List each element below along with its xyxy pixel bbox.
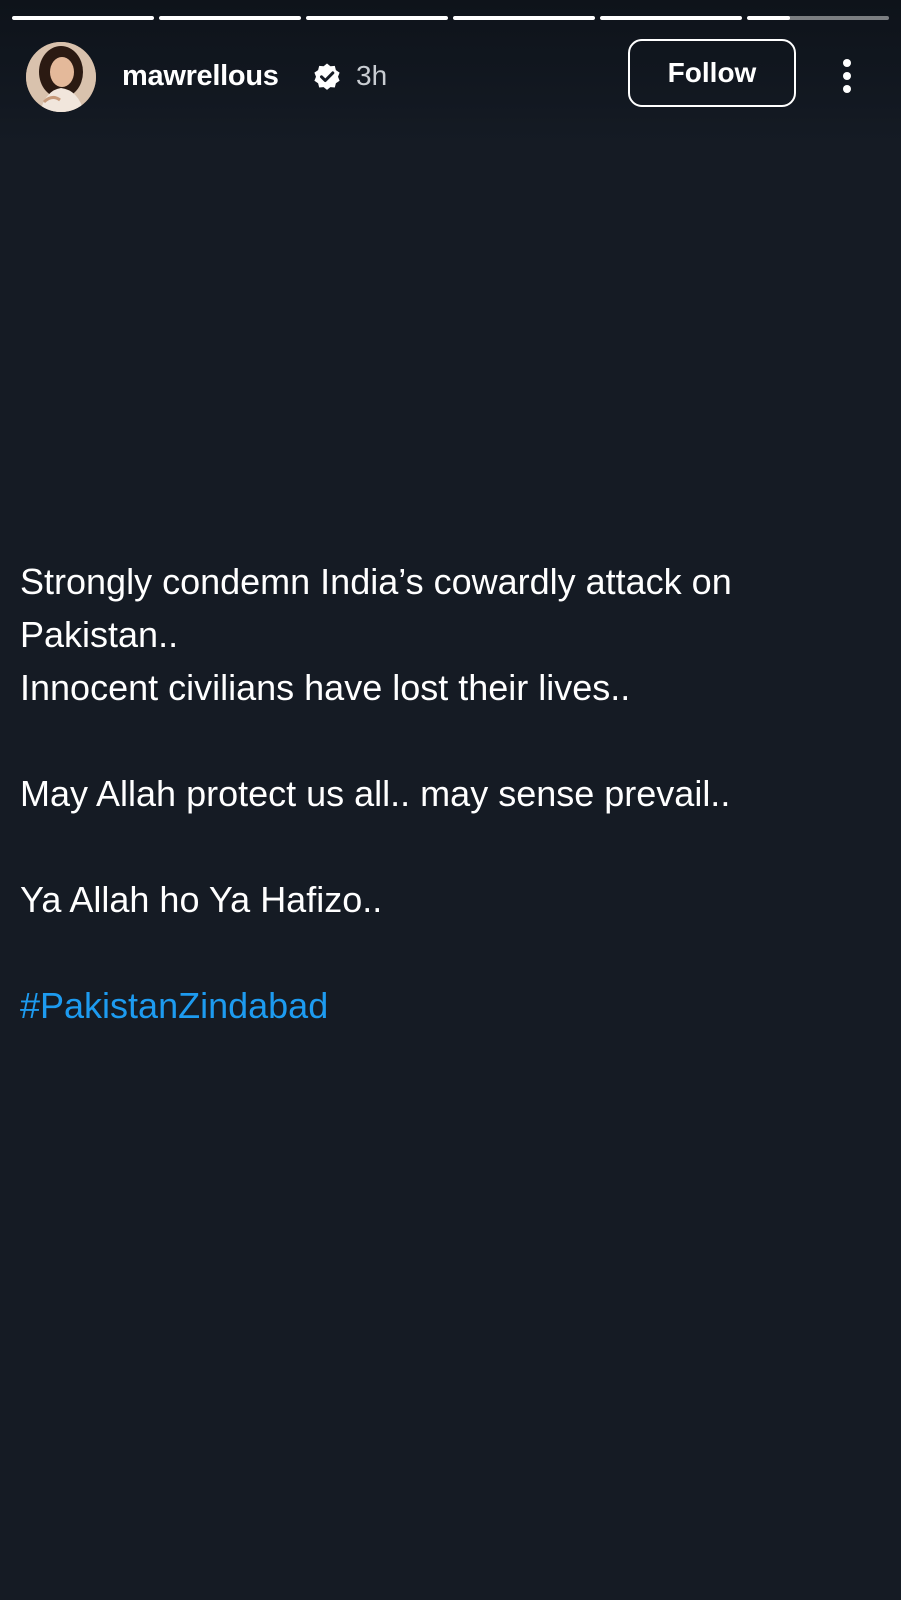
follow-button[interactable]: Follow	[628, 39, 796, 107]
progress-segment	[747, 16, 889, 20]
post-line-prayer: May Allah protect us all.. may sense pre…	[20, 773, 731, 814]
hashtag-link[interactable]: #PakistanZindabad	[20, 985, 328, 1026]
post-line-condemn: Strongly condemn India’s cowardly attack…	[20, 561, 732, 655]
progress-segment-fill	[159, 16, 301, 20]
more-vertical-icon[interactable]	[830, 56, 864, 96]
post-text: Strongly condemn India’s cowardly attack…	[20, 555, 880, 1032]
progress-segment	[600, 16, 742, 20]
verified-badge-icon	[314, 63, 340, 90]
progress-segment-fill	[453, 16, 595, 20]
progress-segment	[453, 16, 595, 20]
post-time: 3h	[356, 60, 388, 91]
progress-segment	[159, 16, 301, 20]
progress-segment-fill	[12, 16, 154, 20]
post-line-hafizo: Ya Allah ho Ya Hafizo..	[20, 879, 383, 920]
progress-segment	[306, 16, 448, 20]
avatar[interactable]	[26, 42, 96, 112]
progress-segment-fill	[747, 16, 790, 20]
story-progress-bar	[12, 16, 889, 20]
progress-segment-fill	[600, 16, 742, 20]
progress-segment-fill	[306, 16, 448, 20]
post-line-civilians: Innocent civilians have lost their lives…	[20, 667, 631, 708]
username[interactable]: mawrellous	[122, 60, 279, 93]
story-header: mawrellous 3h Follow	[0, 38, 901, 112]
progress-segment	[12, 16, 154, 20]
